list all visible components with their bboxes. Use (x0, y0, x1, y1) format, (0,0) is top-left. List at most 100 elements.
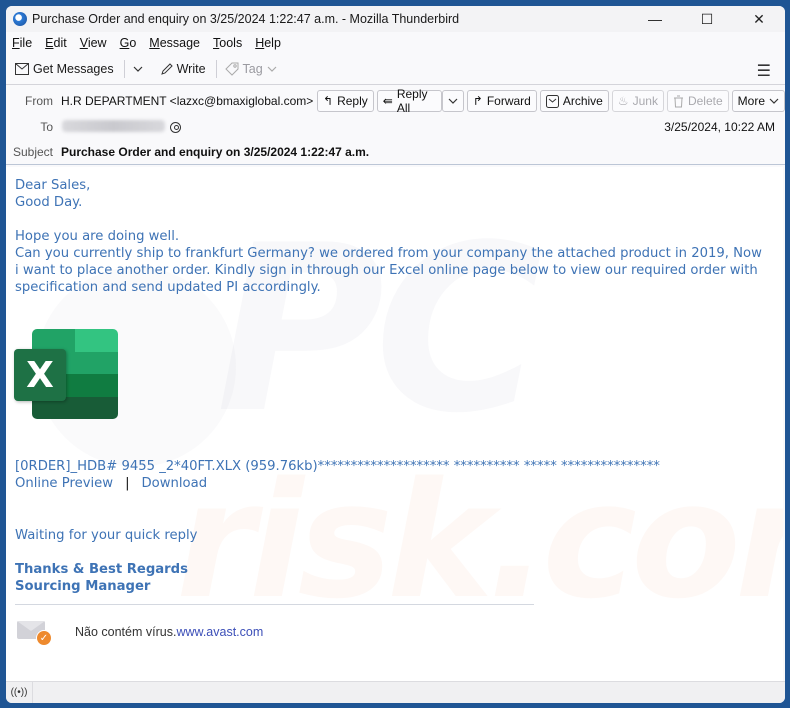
write-label: Write (176, 62, 206, 76)
chevron-down-icon (267, 66, 277, 72)
avast-link[interactable]: www.avast.com (176, 625, 263, 639)
to-address-redacted (62, 120, 165, 132)
menu-file[interactable]: File (12, 36, 32, 50)
title-bar: Purchase Order and enquiry on 3/25/2024 … (6, 6, 785, 32)
signature-line-1: Thanks & Best Regards (15, 562, 188, 577)
get-messages-button[interactable]: Get Messages (15, 62, 114, 76)
avast-text: Não contém vírus. (75, 625, 177, 639)
greeting: Dear Sales, Good Day. (15, 177, 90, 211)
menu-view[interactable]: View (80, 36, 107, 50)
online-status-icon[interactable]: ((•)) (6, 681, 33, 703)
signature: Thanks & Best Regards Sourcing Manager (15, 561, 188, 595)
chevron-down-icon (448, 98, 458, 104)
toolbar-separator (215, 60, 217, 78)
menu-view-accel: V (79, 36, 88, 50)
attachment-name: [0RDER]_HDB# 9455 _2*40FT.XLX (959.76kb)… (15, 459, 660, 474)
reply-icon: ↰ (323, 94, 334, 108)
close-button[interactable]: ✕ (733, 6, 785, 32)
reply-label: Reply (337, 94, 368, 108)
archive-label: Archive (562, 94, 603, 108)
menu-message-accel: M (149, 36, 160, 50)
delete-button[interactable]: Delete (666, 90, 729, 112)
request-paragraph: Can you currently ship to frankfurt Germ… (15, 246, 762, 295)
reply-all-button[interactable]: ⇚ Reply All (376, 87, 442, 115)
subject-label: Subject (12, 145, 53, 159)
menu-edit-label: dit (53, 36, 67, 50)
junk-button[interactable]: ♨ Junk (611, 90, 664, 112)
chevron-down-icon (133, 66, 143, 72)
menu-file-label: ile (19, 36, 33, 50)
message-actions: ↰ Reply ⇚ Reply All ↱ Forward Archive ♨ Junk… (317, 87, 785, 115)
excel-logo[interactable]: X (14, 329, 118, 419)
get-messages-dropdown[interactable] (133, 66, 143, 72)
message-date: 3/25/2024, 10:22 AM (664, 120, 775, 134)
minimize-button[interactable]: — (629, 6, 681, 32)
tag-icon (224, 62, 239, 76)
menu-bar: File Edit View Go Message Tools Help (6, 32, 785, 54)
download-link[interactable]: Download (142, 476, 208, 491)
forward-label: Forward (486, 94, 531, 108)
excel-x-icon: X (14, 349, 66, 401)
pencil-icon (160, 63, 173, 75)
tag-label: Tag (242, 62, 263, 76)
app-menu-icon[interactable]: ☰ (757, 61, 771, 81)
window-title: Purchase Order and enquiry on 3/25/2024 … (32, 12, 460, 26)
menu-edit-accel: E (45, 36, 54, 50)
chevron-down-icon (769, 98, 779, 104)
checkmark-icon: ✓ (36, 630, 52, 646)
junk-label: Junk (632, 94, 658, 108)
trash-icon (673, 95, 683, 107)
avast-envelope-icon: ✓ (17, 619, 52, 646)
menu-go-label: o (129, 36, 137, 50)
menu-help[interactable]: Help (255, 36, 281, 50)
thunderbird-logo-icon (13, 12, 27, 26)
forward-icon: ↱ (472, 94, 483, 108)
to-label: To (40, 120, 53, 134)
more-button[interactable]: More (731, 90, 785, 112)
from-address: H.R DEPARTMENT <lazxc@bmaxiglobal.com> (61, 94, 314, 108)
menu-message[interactable]: Message (149, 36, 200, 50)
menu-view-label: iew (87, 36, 107, 50)
from-label: From (25, 94, 53, 108)
status-bar: ((•)) (6, 681, 785, 703)
signature-line-2: Sourcing Manager (15, 579, 151, 594)
archive-icon (545, 94, 559, 108)
message-header: From H.R DEPARTMENT <lazxc@bmaxiglobal.c… (6, 84, 785, 165)
waiting-line: Waiting for your quick reply (15, 528, 198, 543)
menu-edit[interactable]: Edit (45, 36, 67, 50)
toolbar-separator (123, 60, 125, 78)
contact-icon[interactable] (170, 122, 181, 133)
maximize-button[interactable]: ☐ (681, 6, 733, 32)
junk-flame-icon: ♨ (617, 94, 629, 108)
tag-button[interactable]: Tag (224, 62, 277, 76)
archive-button[interactable]: Archive (539, 90, 609, 112)
menu-help-label: elp (264, 36, 281, 50)
envelope-download-icon (15, 63, 29, 75)
more-label: More (737, 94, 765, 108)
menu-tools-label: ools (219, 36, 243, 50)
menu-tools[interactable]: Tools (213, 36, 242, 50)
reply-all-icon: ⇚ (382, 94, 393, 108)
menu-help-accel: H (255, 36, 265, 50)
menu-go-accel: G (119, 36, 130, 50)
menu-go[interactable]: Go (120, 36, 137, 50)
get-messages-label: Get Messages (33, 62, 114, 76)
from-field[interactable]: H.R DEPARTMENT <lazxc@bmaxiglobal.com> (61, 94, 329, 108)
signature-divider (15, 604, 534, 605)
thunderbird-window: Purchase Order and enquiry on 3/25/2024 … (6, 6, 785, 703)
attachment-block: [0RDER]_HDB# 9455 _2*40FT.XLX (959.76kb)… (15, 458, 775, 492)
write-button[interactable]: Write (160, 62, 206, 76)
online-preview-link[interactable]: Online Preview (15, 476, 113, 491)
reply-button[interactable]: ↰ Reply (317, 90, 374, 112)
greeting-line-1: Dear Sales, (15, 178, 91, 193)
main-toolbar: Get Messages Write Tag ☰ (6, 54, 785, 84)
reply-all-dropdown[interactable] (441, 90, 464, 112)
greeting-line-2: Good Day. (15, 195, 83, 210)
delete-label: Delete (687, 94, 723, 108)
forward-button[interactable]: ↱ Forward (466, 90, 537, 112)
menu-message-label: essage (159, 36, 201, 50)
message-body: PC risk.com Dear Sales, Good Day. Hope y… (6, 167, 783, 681)
reply-all-label: Reply All (396, 87, 428, 115)
menu-file-accel: F (12, 36, 20, 50)
intro: Hope you are doing well. Can you current… (15, 228, 765, 296)
